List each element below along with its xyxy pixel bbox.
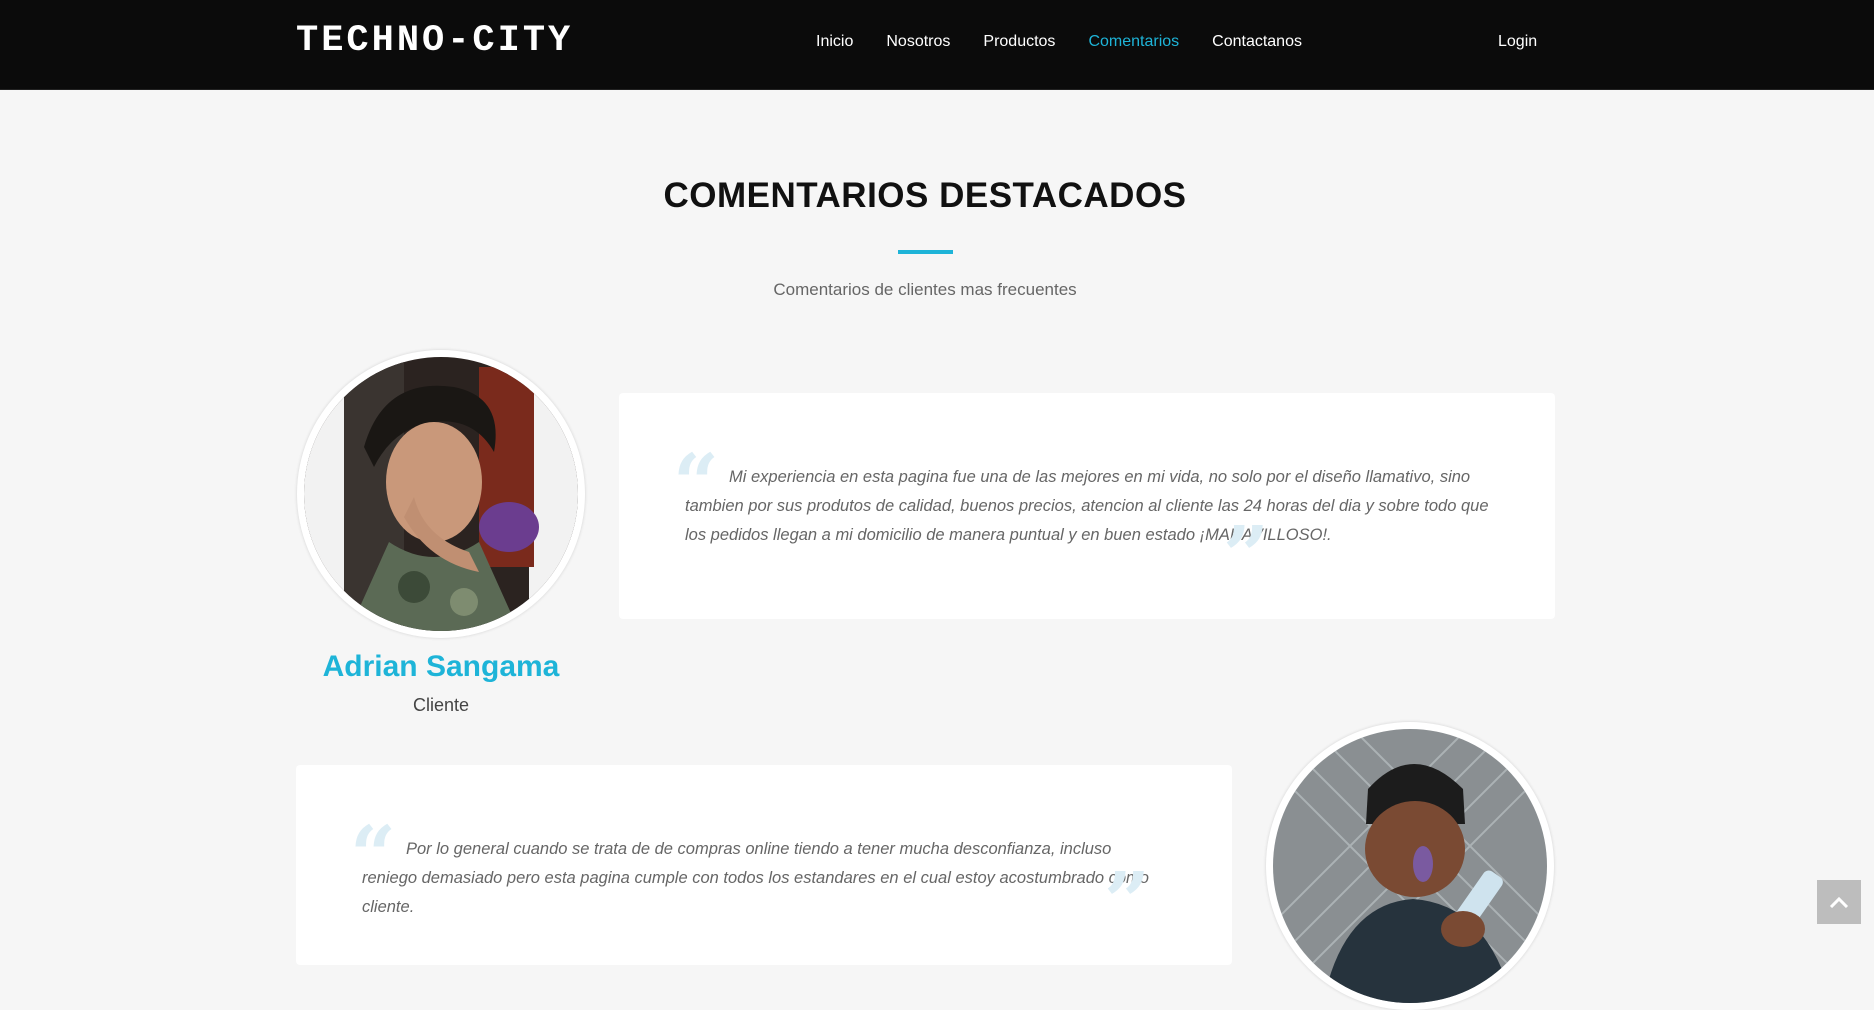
title-divider — [898, 250, 953, 254]
section-subtitle: Comentarios de clientes mas frecuentes — [773, 280, 1077, 299]
close-quote-icon: ” — [1223, 508, 1270, 602]
testimonial-card: “ Mi experiencia en esta pagina fue una … — [619, 393, 1555, 619]
nav-link-productos[interactable]: Productos — [983, 33, 1055, 51]
testimonial-text: Por lo general cuando se trata de de com… — [362, 840, 1149, 916]
testimonial-role: Cliente — [412, 695, 470, 715]
person-photo — [1273, 729, 1547, 1003]
login-link[interactable]: Login — [1498, 33, 1537, 51]
close-quote-icon: ” — [1104, 854, 1151, 948]
testimonial-text: Mi experiencia en esta pagina fue una de… — [685, 468, 1489, 544]
testimonial-card: “ Por lo general cuando se trata de de c… — [296, 765, 1232, 965]
avatar-adrian — [297, 350, 585, 638]
avatar-customer-2 — [1266, 722, 1554, 1010]
nav-link-nosotros[interactable]: Nosotros — [886, 33, 950, 51]
chevron-up-icon — [1829, 896, 1849, 908]
navbar: TECHNO-CITY Inicio Nosotros Productos Co… — [0, 0, 1874, 90]
nav-link-inicio[interactable]: Inicio — [816, 33, 853, 51]
nav-link-contactanos[interactable]: Contactanos — [1212, 33, 1302, 51]
brand-logo[interactable]: TECHNO-CITY — [296, 20, 573, 62]
testimonial-name: Adrian Sangama — [322, 650, 560, 683]
section-title: COMENTARIOS DESTACADOS — [663, 176, 1187, 215]
nav-link-comentarios[interactable]: Comentarios — [1088, 33, 1179, 51]
scroll-top-button[interactable] — [1817, 880, 1861, 924]
person-photo — [304, 357, 578, 631]
nav-links: Inicio Nosotros Productos Comentarios Co… — [816, 33, 1335, 51]
